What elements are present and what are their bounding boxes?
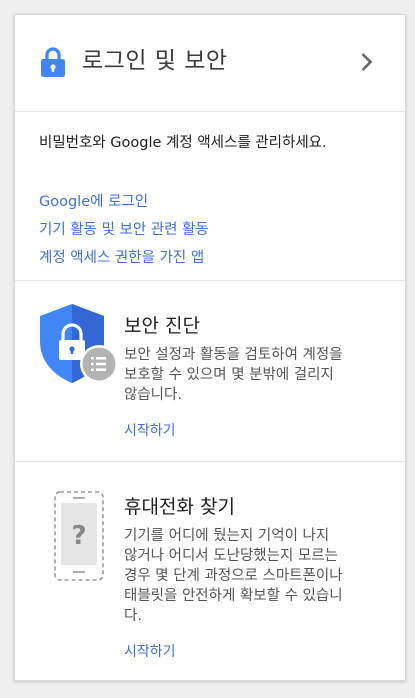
signin-security-card: 로그인 및 보안 비밀번호와 Google 계정 액세스를 관리하세요. Goo… [14,14,406,681]
find-phone-body-line: 태블릿을 안전하게 확보할 수 있습니 [124,588,343,604]
security-checkup-body-line: 보안 설정과 활동을 검토하여 계정을 [124,347,343,363]
link-app-access[interactable]: 계정 액세스 권한을 가진 앱 [39,248,204,268]
security-checkup-section: 보안 진단 보안 설정과 활동을 검토하여 계정을 보호할 수 있으며 몇 분밖… [15,281,405,462]
chevron-right-icon[interactable] [360,51,374,73]
lock-icon [41,47,65,77]
find-phone-start-link[interactable]: 시작하기 [124,642,176,662]
checklist-icon [80,345,118,383]
find-phone-body-line: 않거나 어디서 도난당했는지 모르는 [124,548,338,564]
security-checkup-start-link[interactable]: 시작하기 [124,421,176,441]
security-checkup-body-line: 않습니다. [124,387,182,403]
find-phone-body-line: 다. [124,608,142,624]
link-device-activity[interactable]: 기기 활동 및 보안 관련 활동 [39,220,209,240]
svg-text:?: ? [71,521,86,551]
signin-section: 비밀번호와 Google 계정 액세스를 관리하세요. Google에 로그인 … [15,112,405,281]
find-phone-body-line: 기기를 어디에 뒀는지 기억이 나지 [124,528,330,544]
page-title: 로그인 및 보안 [82,48,228,74]
find-phone-title: 휴대전화 찾기 [124,496,235,518]
find-phone-body-line: 경우 몇 단계 과정으로 스마트폰이나 [124,568,343,584]
security-checkup-title: 보안 진단 [124,315,200,337]
shield-lock-icon [40,304,118,383]
security-checkup-body-line: 보호할 수 있으며 몇 분밖에 걸리지 [124,367,334,383]
find-phone-section: ? 휴대전화 찾기 기기를 어디에 뒀는지 기억이 나지 않거나 어디서 도난당… [15,462,405,680]
card-header[interactable]: 로그인 및 보안 [15,15,405,112]
link-google-signin[interactable]: Google에 로그인 [39,192,148,212]
section-description: 비밀번호와 Google 계정 액세스를 관리하세요. [39,135,327,151]
phone-question-icon: ? [54,491,104,581]
